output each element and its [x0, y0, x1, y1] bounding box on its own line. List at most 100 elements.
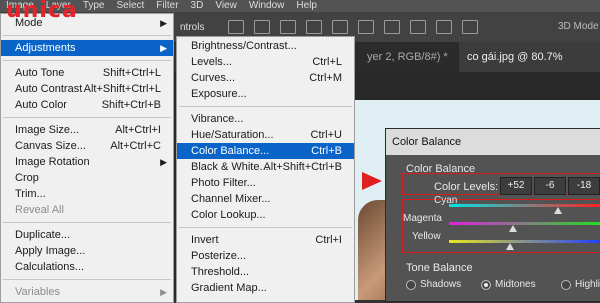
adjust-menu-item-curves[interactable]: Curves... Ctrl+M — [177, 70, 354, 86]
adjust-menu-item-color-balance[interactable]: Color Balance... Ctrl+B — [177, 143, 354, 159]
menu-item-shortcut: Alt+Ctrl+I — [115, 124, 161, 136]
menu-item-shortcut: Ctrl+U — [310, 129, 342, 141]
image-menu-item-canvas-size[interactable]: Canvas Size... Alt+Ctrl+C — [1, 138, 173, 154]
slider-thumb-yellow[interactable] — [505, 243, 514, 250]
sliders-highlight-box — [402, 199, 600, 253]
tone-option-label: Highlig — [575, 279, 600, 290]
adjust-menu-item-black-white[interactable]: Black & White... Alt+Shift+Ctrl+B — [177, 159, 354, 175]
menu-item-label: Trim... — [15, 188, 46, 200]
slider-thumb-cyan[interactable] — [554, 207, 563, 214]
align-bottom-icon[interactable] — [280, 20, 296, 34]
tone-option-label: Midtones — [495, 279, 536, 290]
tone-option-label: Shadows — [420, 279, 462, 290]
adjust-menu-item-brightness-contrast[interactable]: Brightness/Contrast... — [177, 38, 354, 54]
image-menu-item-adjustments[interactable]: Adjustments ▶ — [1, 40, 173, 56]
tone-balance-title: Tone Balance — [406, 262, 473, 274]
menubar-item-filter[interactable]: Filter — [150, 0, 184, 12]
adjust-menu-item-hue-saturation[interactable]: Hue/Saturation... Ctrl+U — [177, 127, 354, 143]
image-menu-item-apply-image[interactable]: Apply Image... — [1, 243, 173, 259]
radio-icon[interactable] — [406, 279, 416, 290]
image-menu-item-duplicate[interactable]: Duplicate... — [1, 227, 173, 243]
image-menu-item-calculations[interactable]: Calculations... — [1, 259, 173, 275]
image-menu-item-auto-tone[interactable]: Auto Tone Shift+Ctrl+L — [1, 65, 173, 81]
adjust-menu-item-channel-mixer[interactable]: Channel Mixer... — [177, 191, 354, 207]
distribute-left-icon[interactable] — [462, 20, 478, 34]
distribute-bottom-icon[interactable] — [436, 20, 452, 34]
radio-icon[interactable] — [561, 279, 571, 290]
menu-item-label: Crop — [15, 172, 39, 184]
menu-item-label: Color Lookup... — [191, 209, 266, 221]
distribute-center-icon[interactable] — [410, 20, 426, 34]
menu-item-label: Exposure... — [191, 88, 247, 100]
tone-option-midtones[interactable]: Midtones — [481, 279, 536, 290]
align-left-icon[interactable] — [306, 20, 322, 34]
slider-label-magenta: Magenta — [403, 213, 442, 224]
menu-item-label: Variables — [15, 286, 61, 298]
image-menu-item-trim[interactable]: Trim... — [1, 186, 173, 202]
image-menu-item-crop[interactable]: Crop — [1, 170, 173, 186]
menu-item-shortcut: Alt+Shift+Ctrl+B — [263, 161, 342, 173]
adjust-menu-item-threshold[interactable]: Threshold... — [177, 264, 354, 280]
menu-separator — [3, 117, 171, 118]
image-menu-item-image-size[interactable]: Image Size... Alt+Ctrl+I — [1, 122, 173, 138]
menubar-item-help[interactable]: Help — [290, 0, 323, 12]
menu-separator — [179, 106, 352, 107]
tone-option-highlig[interactable]: Highlig — [561, 279, 600, 290]
adjust-menu-item-vibrance[interactable]: Vibrance... — [177, 111, 354, 127]
menu-item-label: Reveal All — [15, 204, 64, 216]
adjust-menu-item-photo-filter[interactable]: Photo Filter... — [177, 175, 354, 191]
level-magenta-green-field[interactable]: -6 — [534, 177, 566, 195]
slider-track-cyan[interactable] — [449, 204, 600, 207]
menu-item-label: Calculations... — [15, 261, 85, 273]
adjust-menu-item-invert[interactable]: Invert Ctrl+I — [177, 232, 354, 248]
menu-item-label: Auto Tone — [15, 67, 65, 79]
image-menu-item-auto-color[interactable]: Auto Color Shift+Ctrl+B — [1, 97, 173, 113]
menubar-item-type[interactable]: Type — [77, 0, 111, 12]
tone-option-shadows[interactable]: Shadows — [406, 279, 461, 290]
menu-separator — [3, 60, 171, 61]
slider-track-magenta[interactable] — [449, 222, 600, 225]
document-tabs: yer 2, RGB/8#) * co gái.jpg @ 80.7% (RGB… — [355, 42, 600, 93]
image-menu-item-auto-contrast[interactable]: Auto Contrast Alt+Shift+Ctrl+L — [1, 81, 173, 97]
align-hcenter-icon[interactable] — [332, 20, 348, 34]
3d-mode-label: 3D Mode — [558, 21, 599, 32]
tab-co-gai[interactable]: co gái.jpg @ 80.7% (RGB/8#) * — [459, 42, 600, 93]
menu-item-label: Auto Contrast — [15, 83, 83, 95]
menu-item-label: Image Size... — [15, 124, 80, 136]
level-yellow-blue-field[interactable]: -18 — [568, 177, 600, 195]
menu-item-shortcut: Ctrl+B — [311, 145, 342, 157]
menubar-item-view[interactable]: View — [209, 0, 243, 12]
adjust-menu-item-levels[interactable]: Levels... Ctrl+L — [177, 54, 354, 70]
radio-icon[interactable] — [481, 279, 491, 290]
menu-item-label: Invert — [191, 234, 219, 246]
adjust-menu-item-posterize[interactable]: Posterize... — [177, 248, 354, 264]
adjust-menu-item-color-lookup[interactable]: Color Lookup... — [177, 207, 354, 223]
level-cyan-red-field[interactable]: +52 — [500, 177, 532, 195]
menu-item-label: Hue/Saturation... — [191, 129, 274, 141]
menu-item-label: Curves... — [191, 72, 236, 84]
image-menu: Mode ▶ Adjustments ▶ Auto Tone Shift+Ctrl+L Au… — [0, 13, 174, 303]
menu-item-shortcut: Ctrl+I — [315, 234, 342, 246]
submenu-arrow-icon: ▶ — [160, 157, 167, 167]
slider-label-yellow: Yellow — [412, 231, 441, 242]
align-right-icon[interactable] — [358, 20, 374, 34]
align-top-icon[interactable] — [228, 20, 244, 34]
menu-item-label: Posterize... — [191, 250, 247, 262]
menubar-item-window[interactable]: Window — [243, 0, 291, 12]
color-balance-dialog: Color Balance Color Balance Color Levels… — [385, 128, 600, 302]
distribute-top-icon[interactable] — [384, 20, 400, 34]
menubar-item-select[interactable]: Select — [111, 0, 151, 12]
image-menu-item-reveal-all: Reveal All — [1, 202, 173, 218]
tab-layer2[interactable]: yer 2, RGB/8#) * — [367, 42, 448, 72]
menu-item-shortcut: Shift+Ctrl+B — [101, 99, 161, 111]
menubar-item-3d[interactable]: 3D — [185, 0, 210, 12]
slider-thumb-magenta[interactable] — [508, 225, 517, 232]
adjust-menu-item-exposure[interactable]: Exposure... — [177, 86, 354, 102]
menu-bar: Image Layer Type Select Filter 3D View Window He… — [0, 0, 600, 12]
adjustments-submenu: Brightness/Contrast... Levels... Ctrl+L Cur… — [176, 36, 355, 303]
image-menu-item-image-rotation[interactable]: Image Rotation ▶ — [1, 154, 173, 170]
align-vcenter-icon[interactable] — [254, 20, 270, 34]
color-levels-label: Color Levels: — [434, 181, 499, 193]
adjust-menu-item-gradient-map[interactable]: Gradient Map... — [177, 280, 354, 296]
slider-track-yellow[interactable] — [449, 240, 600, 243]
